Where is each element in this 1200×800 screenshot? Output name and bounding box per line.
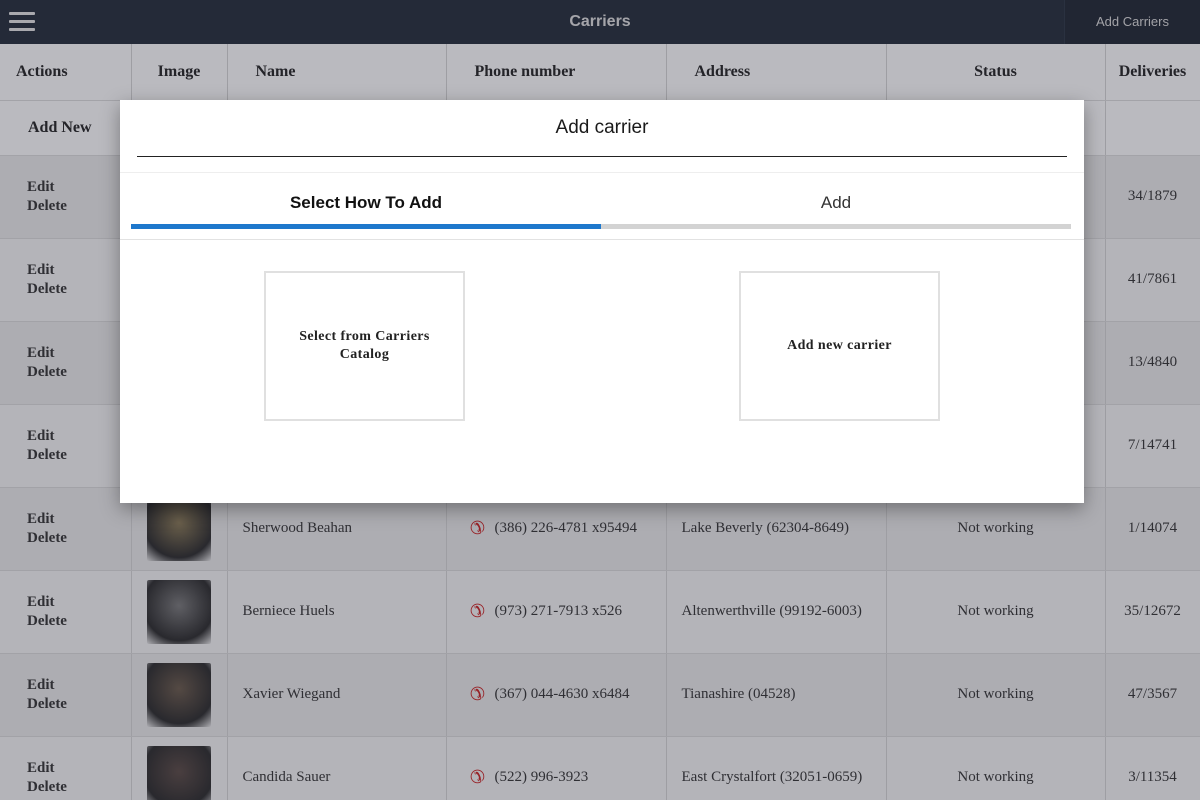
dialog-title: Add carrier (555, 117, 649, 138)
tab-add[interactable]: Add (601, 193, 1071, 213)
add-carrier-dialog: Add carrier Select How To Add Add Select… (120, 100, 1084, 503)
divider (137, 156, 1067, 157)
wizard-tabs: Select How To Add Add (120, 172, 1084, 240)
tab-select-how-to-add[interactable]: Select How To Add (131, 193, 601, 213)
select-from-catalog-button[interactable]: Select from Carriers Catalog (264, 271, 465, 421)
wizard-progress-indicator (131, 224, 601, 229)
add-new-carrier-button[interactable]: Add new carrier (739, 271, 940, 421)
